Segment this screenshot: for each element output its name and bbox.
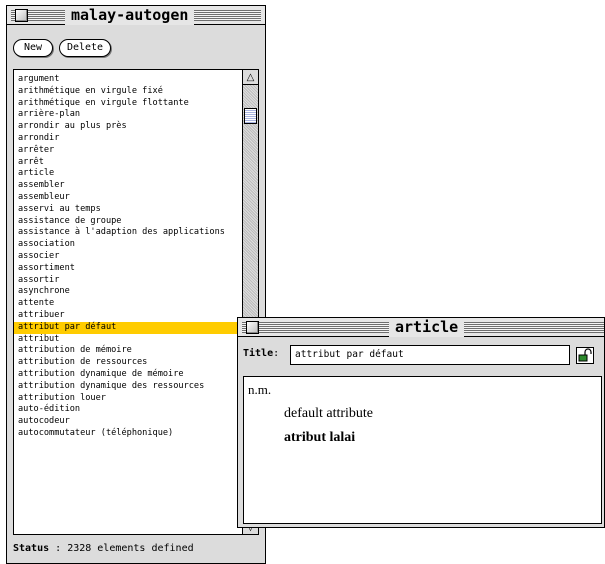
list-item[interactable]: arrondir au plus près — [14, 121, 244, 133]
new-button[interactable]: New — [13, 39, 53, 57]
list-item[interactable]: attente — [14, 298, 244, 310]
list-item[interactable]: autocodeur — [14, 416, 244, 428]
title-label: Title — [243, 348, 274, 359]
list-item[interactable]: auto-édition — [14, 404, 244, 416]
padlock-svg — [578, 348, 592, 362]
list-item[interactable]: assortiment — [14, 263, 244, 275]
malay-translation: atribut lalai — [284, 430, 356, 445]
status-colon: : — [49, 543, 68, 554]
list-item[interactable]: assembleur — [14, 192, 244, 204]
list-item[interactable]: argument — [14, 74, 244, 86]
window-title: malay-autogen — [65, 6, 195, 25]
window-title: article — [389, 318, 465, 337]
scroll-thumb[interactable] — [244, 108, 257, 124]
list-item[interactable]: arithmétique en virgule flottante — [14, 98, 244, 110]
status-label: Status — [13, 543, 50, 554]
part-of-speech: n.m. — [248, 382, 272, 397]
list-item[interactable]: attribution dynamique de mémoire — [14, 369, 244, 381]
list-item[interactable]: arrondir — [14, 133, 244, 145]
list-item[interactable]: assortir — [14, 275, 244, 287]
list-item[interactable]: asservi au temps — [14, 204, 244, 216]
unlocked-padlock-icon[interactable] — [576, 347, 594, 364]
term-list-items: argument arithmétique en virgule fixé arit… — [14, 70, 244, 440]
status-text: 2328 elements defined — [67, 543, 194, 554]
list-item[interactable]: associer — [14, 251, 244, 263]
definition-panel[interactable]: n.m. default attribute atribut lalai — [243, 376, 602, 524]
main-window-titlebar[interactable]: malay-autogen — [7, 6, 265, 25]
title-input[interactable]: attribut par défaut — [290, 345, 570, 365]
list-item[interactable]: article — [14, 168, 244, 180]
main-window: malay-autogen New Delete argument arithmé… — [6, 5, 266, 564]
title-colon: : — [273, 348, 280, 359]
list-item[interactable]: attribut — [14, 334, 244, 346]
list-item[interactable]: arrêt — [14, 157, 244, 169]
list-item[interactable]: assistance de groupe — [14, 216, 244, 228]
delete-button[interactable]: Delete — [59, 39, 111, 57]
list-item[interactable]: autocommutateur (téléphonique) — [14, 428, 244, 440]
list-item[interactable]: assembler — [14, 180, 244, 192]
term-list[interactable]: argument arithmétique en virgule fixé arit… — [13, 69, 259, 535]
article-window: article Title: attribut par défaut n.m. … — [237, 317, 605, 528]
list-item[interactable]: attribuer — [14, 310, 244, 322]
english-definition: default attribute — [284, 406, 374, 421]
title-row: Title: — [243, 345, 279, 363]
list-item[interactable]: attribution de ressources — [14, 357, 244, 369]
list-item[interactable]: asynchrone — [14, 286, 244, 298]
list-item[interactable]: arithmétique en virgule fixé — [14, 86, 244, 98]
status-bar: Status : 2328 elements defined — [13, 541, 265, 557]
close-box[interactable] — [15, 9, 28, 22]
close-box[interactable] — [246, 321, 259, 334]
list-item[interactable]: arrière-plan — [14, 109, 244, 121]
list-item[interactable]: attribution dynamique des ressources — [14, 381, 244, 393]
list-item[interactable]: attribution louer — [14, 393, 244, 405]
scroll-up-icon[interactable]: △ — [243, 70, 258, 85]
list-item[interactable]: attribut par défaut — [14, 321, 244, 334]
article-window-titlebar[interactable]: article — [238, 318, 604, 337]
list-item[interactable]: arrêter — [14, 145, 244, 157]
list-item[interactable]: association — [14, 239, 244, 251]
list-item[interactable]: attribution de mémoire — [14, 345, 244, 357]
list-item[interactable]: assistance à l'adaption des applications — [14, 227, 244, 239]
